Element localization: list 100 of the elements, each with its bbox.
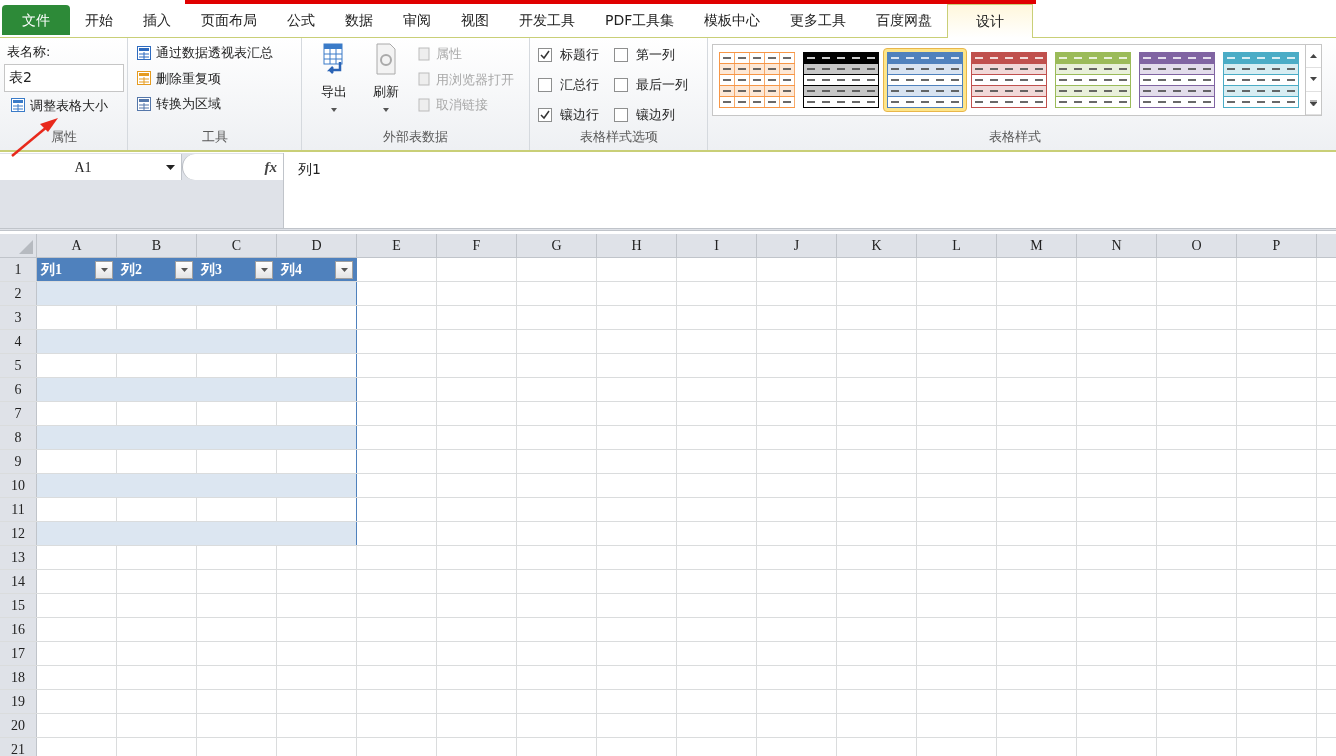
row-header[interactable]: 16 bbox=[0, 618, 37, 641]
row-header[interactable]: 15 bbox=[0, 594, 37, 617]
name-box[interactable]: A1 bbox=[0, 154, 182, 180]
tool-button[interactable]: 删除重复项 bbox=[136, 68, 273, 88]
caret-icon bbox=[100, 267, 108, 272]
ribbon-tab[interactable]: 模板中心 bbox=[689, 3, 776, 37]
ribbon-tab[interactable]: 公式 bbox=[272, 3, 330, 37]
row-header[interactable]: 20 bbox=[0, 714, 37, 737]
resize-icon bbox=[10, 97, 26, 114]
row-header[interactable]: 3 bbox=[0, 306, 37, 329]
table-header-cell[interactable]: 列2 bbox=[117, 258, 197, 281]
row-header[interactable]: 2 bbox=[0, 282, 37, 305]
ribbon-tab[interactable]: 插入 bbox=[128, 3, 186, 37]
column-header[interactable]: F bbox=[437, 234, 517, 257]
checkbox-label[interactable]: 第一列 bbox=[636, 45, 675, 65]
row-header[interactable]: 7 bbox=[0, 402, 37, 425]
row-header[interactable]: 6 bbox=[0, 378, 37, 401]
column-header[interactable]: M bbox=[997, 234, 1077, 257]
document-icon bbox=[416, 71, 432, 88]
checkmark-icon bbox=[540, 110, 550, 120]
column-header[interactable]: G bbox=[517, 234, 597, 257]
filter-button[interactable] bbox=[95, 260, 113, 279]
row-header[interactable]: 8 bbox=[0, 426, 37, 449]
checkbox-label[interactable]: 镶边行 bbox=[560, 105, 599, 125]
table-header-cell[interactable]: 列3 bbox=[197, 258, 277, 281]
table-name-label: 表名称: bbox=[7, 43, 52, 61]
caret-icon bbox=[331, 107, 337, 112]
column-header[interactable]: A bbox=[37, 234, 117, 257]
export-button[interactable]: 导出 bbox=[312, 42, 356, 126]
row-header[interactable]: 11 bbox=[0, 498, 37, 521]
row-header[interactable]: 17 bbox=[0, 642, 37, 665]
row-header[interactable]: 21 bbox=[0, 738, 37, 756]
row-header[interactable]: 13 bbox=[0, 546, 37, 569]
table-header-cell[interactable]: 列1 bbox=[37, 258, 117, 281]
dropdown-caret-icon bbox=[166, 164, 175, 170]
tool-button[interactable]: 转换为区域 bbox=[136, 94, 273, 114]
column-header[interactable]: P bbox=[1237, 234, 1317, 257]
row-header[interactable]: 19 bbox=[0, 690, 37, 713]
group-label: 工具 bbox=[201, 128, 228, 146]
ribbon-tab[interactable]: 开发工具 bbox=[504, 3, 590, 37]
row-header[interactable]: 14 bbox=[0, 570, 37, 593]
ribbon-tab[interactable]: 数据 bbox=[330, 3, 388, 37]
resize-table-button[interactable]: 调整表格大小 bbox=[10, 95, 123, 115]
row-header[interactable]: 4 bbox=[0, 330, 37, 353]
table-name-field[interactable]: 表2 bbox=[4, 63, 124, 92]
row-header[interactable]: 1 bbox=[0, 258, 37, 281]
refresh-button[interactable]: 刷新 bbox=[364, 42, 408, 126]
column-header[interactable]: O bbox=[1157, 234, 1237, 257]
checkbox-label[interactable]: 镶边列 bbox=[636, 105, 675, 125]
group-label: 属性 bbox=[50, 128, 77, 146]
insert-function-button[interactable]: fx bbox=[264, 155, 277, 179]
column-header[interactable]: J bbox=[757, 234, 837, 257]
ribbon-tab[interactable]: 视图 bbox=[446, 3, 504, 37]
checkbox[interactable] bbox=[538, 78, 552, 92]
row-header[interactable]: 10 bbox=[0, 474, 37, 497]
ribbon-tab[interactable]: 更多工具 bbox=[775, 3, 862, 37]
caret-icon bbox=[383, 107, 389, 112]
formula-text: 列1 bbox=[298, 161, 321, 177]
filter-button[interactable] bbox=[175, 260, 193, 279]
group-label: 表格样式 bbox=[989, 128, 1041, 146]
document-icon bbox=[416, 45, 432, 62]
ribbon-tab[interactable]: 百度网盘 bbox=[861, 3, 948, 37]
checkbox[interactable] bbox=[614, 48, 628, 62]
more-icon[interactable] bbox=[1306, 91, 1321, 115]
table-header-cell[interactable]: 列4 bbox=[277, 258, 357, 281]
row-header[interactable]: 12 bbox=[0, 522, 37, 545]
ribbon-tab[interactable]: 审阅 bbox=[388, 3, 446, 37]
checkbox-label[interactable]: 最后一列 bbox=[636, 75, 688, 95]
ribbon-tab[interactable]: PDF工具集 bbox=[590, 3, 690, 37]
checkbox-label[interactable]: 标题行 bbox=[560, 45, 599, 65]
checkbox[interactable] bbox=[538, 108, 552, 122]
row-header[interactable]: 18 bbox=[0, 666, 37, 689]
checkbox[interactable] bbox=[614, 78, 628, 92]
ribbon-tab[interactable]: 设计 bbox=[947, 4, 1034, 38]
row-header[interactable]: 5 bbox=[0, 354, 37, 377]
checkbox[interactable] bbox=[538, 48, 552, 62]
scroll-down-icon[interactable] bbox=[1306, 68, 1321, 92]
column-header[interactable]: D bbox=[277, 234, 357, 257]
row-header[interactable]: 9 bbox=[0, 450, 37, 473]
checkbox-label[interactable]: 汇总行 bbox=[560, 75, 599, 95]
caret-icon bbox=[340, 267, 348, 272]
column-header[interactable]: C bbox=[197, 234, 277, 257]
column-header[interactable]: B bbox=[117, 234, 197, 257]
ribbon-tab[interactable]: 开始 bbox=[70, 3, 128, 37]
column-header[interactable]: N bbox=[1077, 234, 1157, 257]
filter-button[interactable] bbox=[255, 260, 273, 279]
column-header[interactable]: I bbox=[677, 234, 757, 257]
column-header[interactable]: L bbox=[917, 234, 997, 257]
filter-button[interactable] bbox=[335, 260, 353, 279]
group-label: 外部表数据 bbox=[383, 128, 448, 146]
checkbox[interactable] bbox=[614, 108, 628, 122]
tool-button[interactable]: 通过数据透视表汇总 bbox=[136, 43, 273, 63]
file-tab[interactable]: 文件 bbox=[2, 5, 70, 35]
table-icon bbox=[136, 44, 152, 61]
caret-icon bbox=[180, 267, 188, 272]
ribbon-tab[interactable]: 页面布局 bbox=[186, 3, 272, 37]
column-header[interactable]: E bbox=[357, 234, 437, 257]
column-header[interactable]: H bbox=[597, 234, 677, 257]
table-icon bbox=[136, 70, 152, 87]
column-header[interactable]: K bbox=[837, 234, 917, 257]
